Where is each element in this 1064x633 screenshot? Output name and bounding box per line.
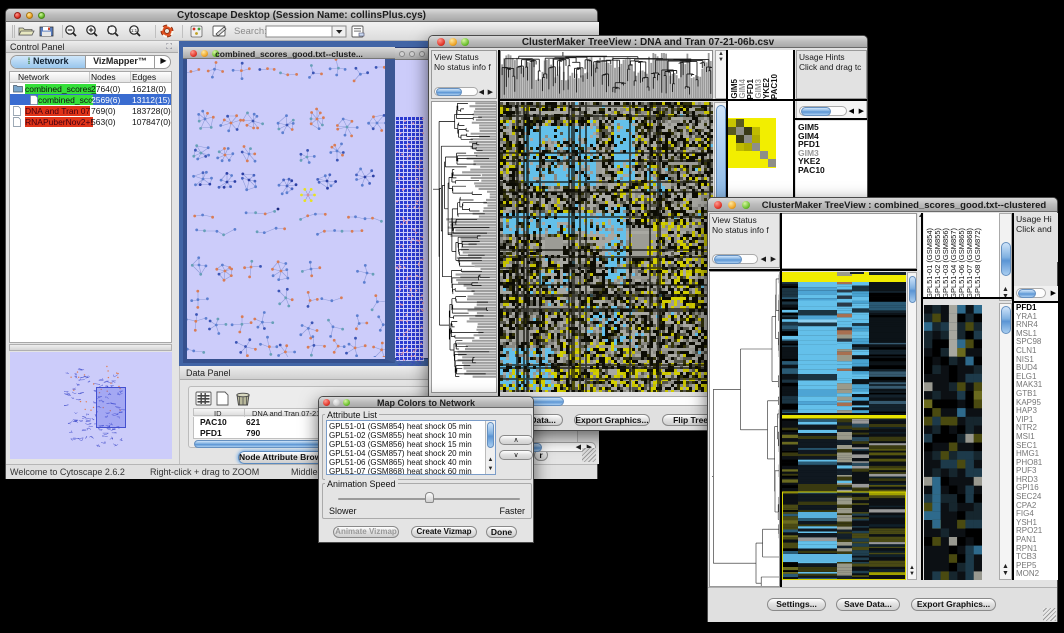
svg-text:Search:: Search: bbox=[234, 26, 267, 37]
svg-text:1:1: 1:1 bbox=[131, 28, 138, 33]
